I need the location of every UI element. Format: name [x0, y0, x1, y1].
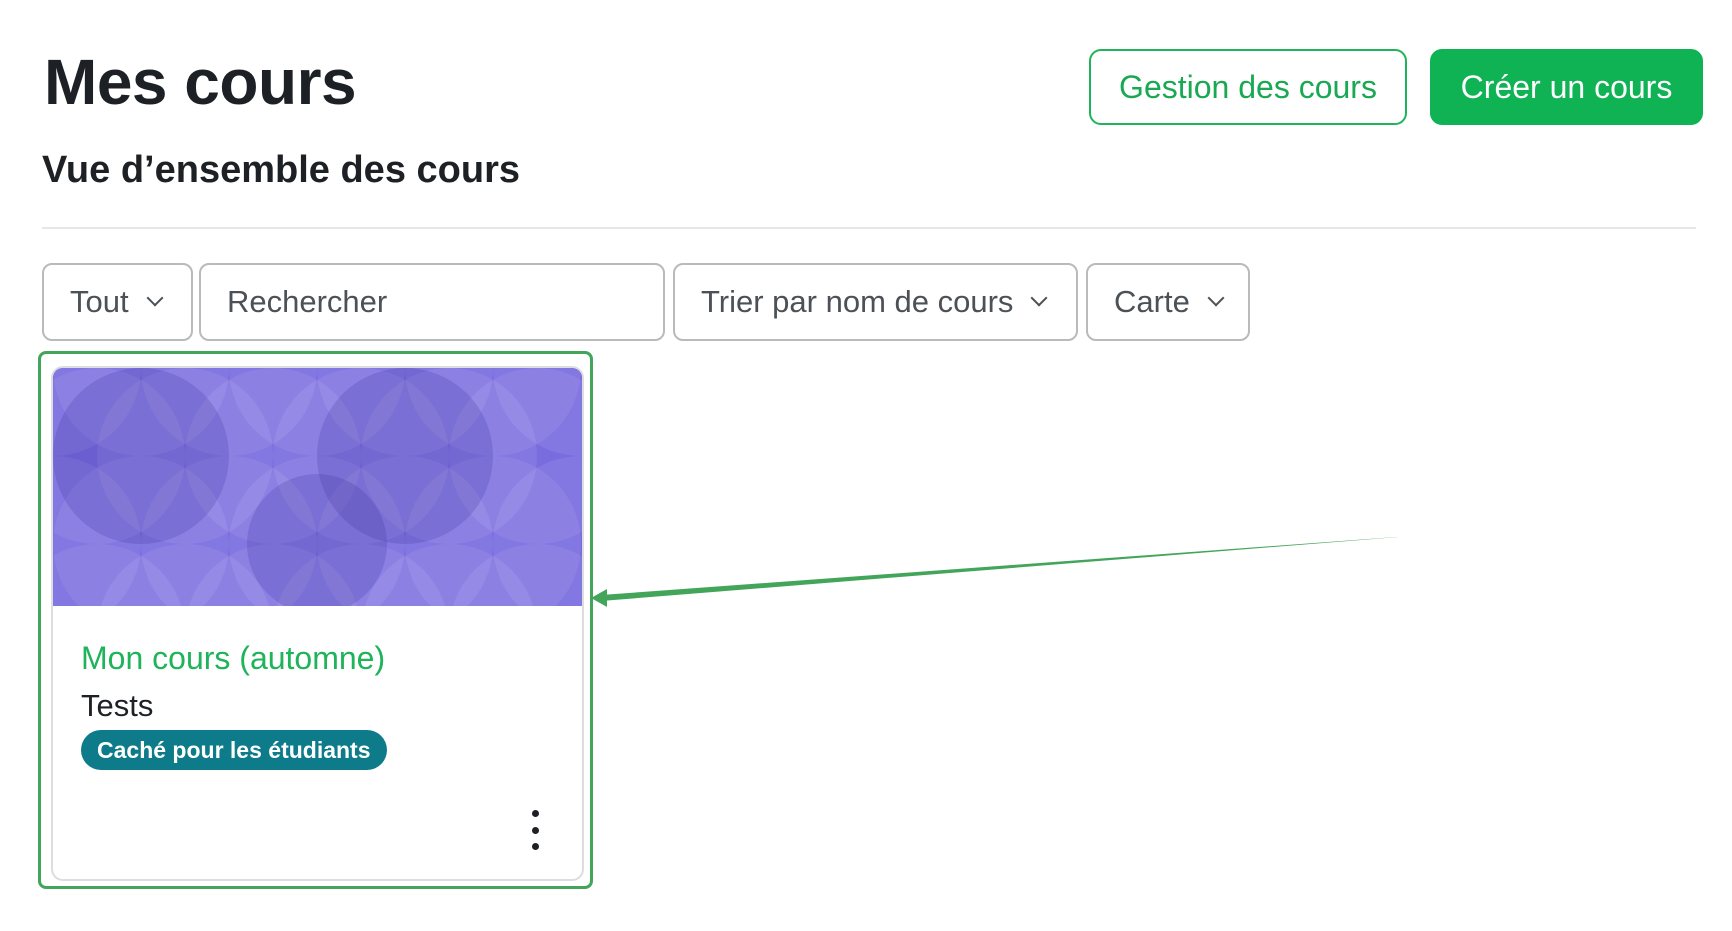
sort-dropdown-label: Trier par nom de cours: [701, 284, 1014, 319]
chevron-down-icon: [1030, 289, 1048, 307]
create-course-button[interactable]: Créer un cours: [1430, 49, 1703, 125]
hidden-status-badge: Caché pour les étudiants: [81, 730, 387, 770]
course-card-body: Mon cours (automne) Tests Caché pour les…: [53, 606, 582, 879]
display-dropdown-label: Carte: [1114, 284, 1190, 319]
sort-dropdown[interactable]: Trier par nom de cours: [673, 263, 1078, 341]
kebab-menu-icon[interactable]: [521, 810, 549, 850]
grouping-dropdown[interactable]: Tout: [42, 263, 193, 341]
course-card-image[interactable]: [53, 368, 582, 606]
chevron-down-icon: [1207, 289, 1225, 307]
section-title: Vue d’ensemble des cours: [42, 149, 520, 191]
course-category: Tests: [81, 688, 154, 723]
page-title: Mes cours: [44, 46, 357, 118]
divider: [42, 227, 1696, 229]
chevron-down-icon: [146, 289, 164, 307]
course-name-link[interactable]: Mon cours (automne): [81, 638, 385, 678]
kebab-dot: [531, 826, 539, 834]
kebab-dot: [531, 810, 539, 817]
kebab-dot: [531, 843, 539, 850]
course-pattern-image: [53, 368, 582, 606]
course-card[interactable]: Mon cours (automne) Tests Caché pour les…: [51, 366, 584, 881]
display-dropdown[interactable]: Carte: [1086, 263, 1250, 341]
search-input[interactable]: Rechercher: [199, 263, 665, 341]
search-input-placeholder: Rechercher: [227, 284, 388, 319]
grouping-dropdown-label: Tout: [70, 284, 129, 319]
manage-courses-button[interactable]: Gestion des cours: [1089, 49, 1407, 125]
